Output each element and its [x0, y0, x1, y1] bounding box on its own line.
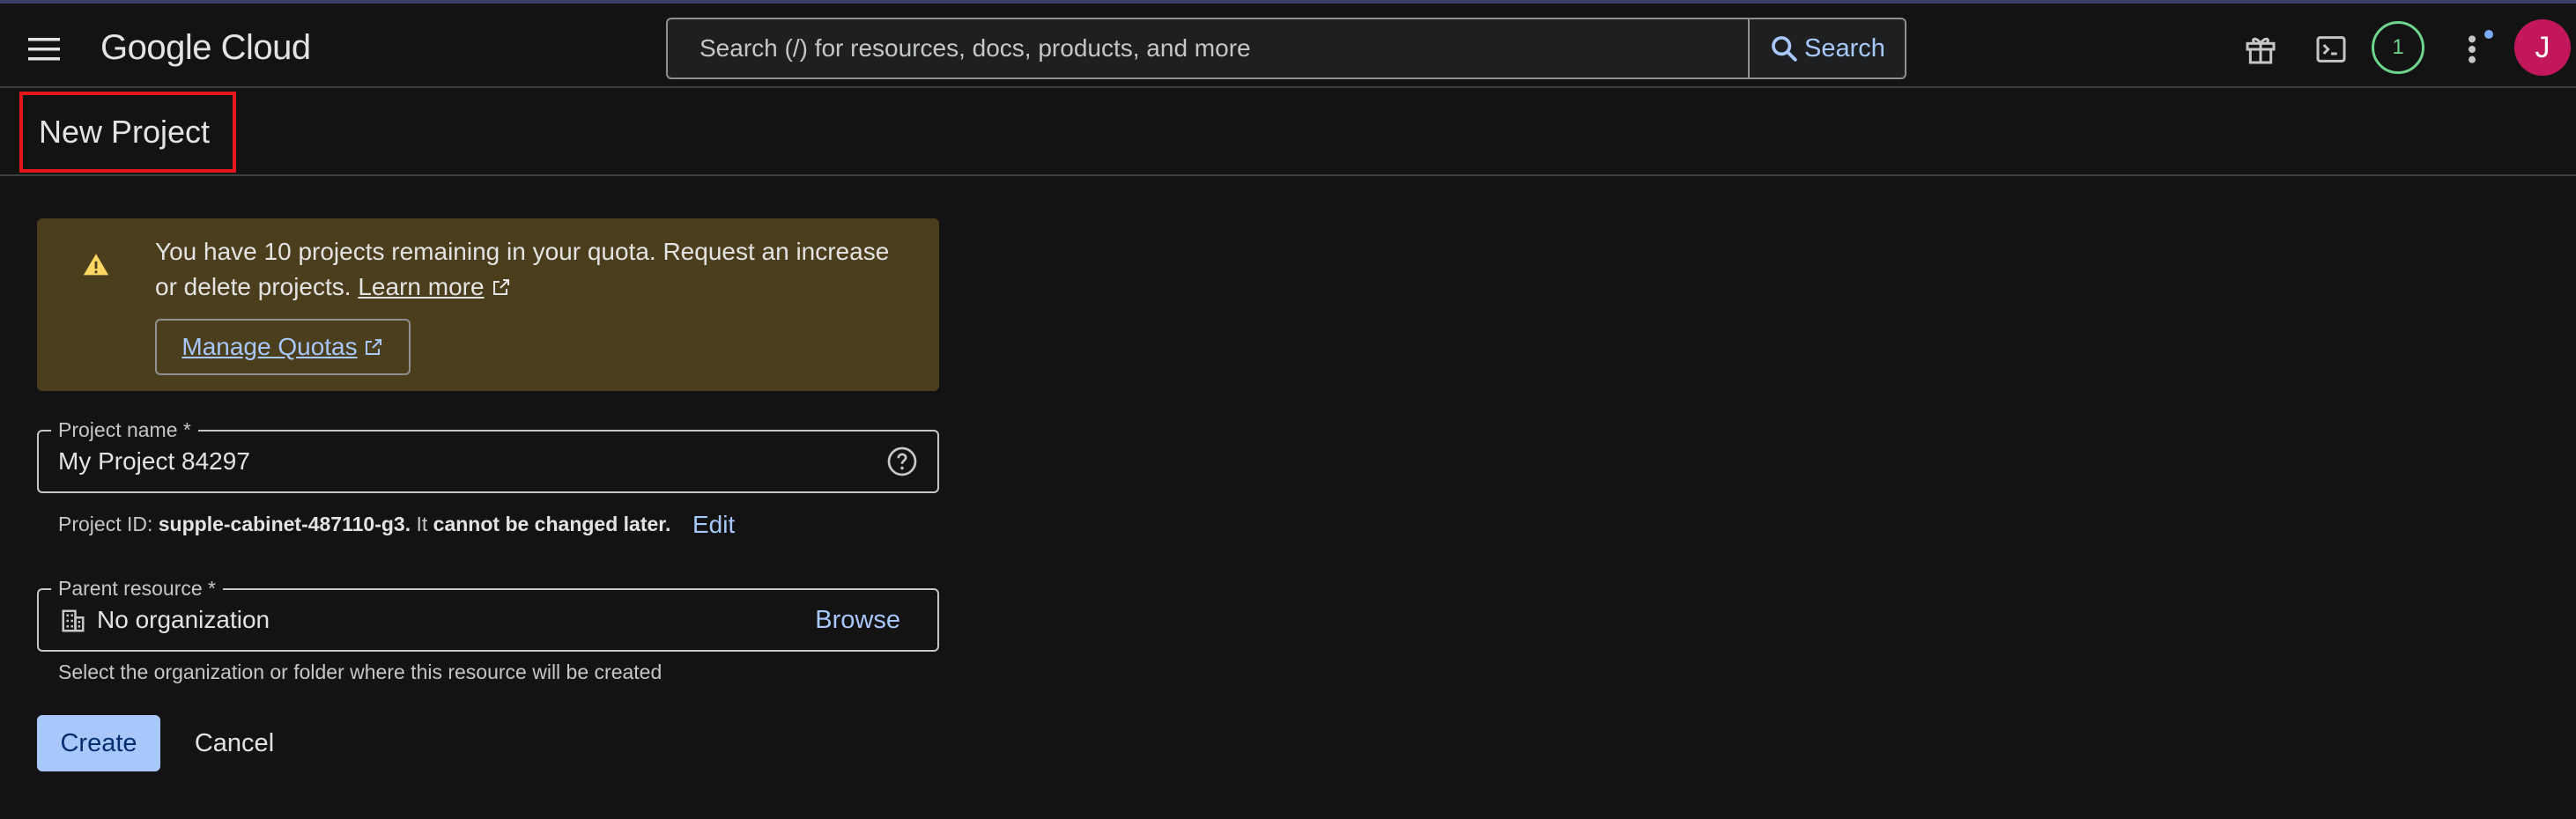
search-button[interactable]: Search [1748, 19, 1905, 77]
edit-project-id-button[interactable]: Edit [692, 511, 735, 539]
search-bar: Search [666, 18, 1906, 79]
avatar[interactable]: J [2514, 19, 2571, 76]
quota-banner: You have 10 projects remaining in your q… [37, 218, 939, 391]
project-id-value: supple-cabinet-487110-g3. [158, 513, 411, 535]
quota-message: You have 10 projects remaining in your q… [155, 234, 913, 305]
search-input[interactable] [668, 19, 1748, 77]
menu-icon[interactable] [23, 28, 65, 70]
notifications-badge[interactable]: 1 [2372, 21, 2424, 74]
notification-dot [2484, 30, 2493, 39]
project-name-field: Project name * [37, 417, 939, 493]
parent-resource-field: Parent resource * No organization Browse [37, 576, 939, 652]
page-title: New Project [19, 92, 236, 173]
top-bar: Google Cloud Search 1 [0, 0, 2576, 88]
external-link-icon [365, 339, 381, 355]
google-cloud-logo[interactable]: Google Cloud [100, 23, 311, 72]
help-icon[interactable] [886, 446, 918, 477]
browse-button[interactable]: Browse [815, 590, 900, 650]
parent-resource-helper: Select the organization or folder where … [58, 660, 663, 683]
create-button[interactable]: Create [37, 715, 160, 771]
manage-quotas-button[interactable]: Manage Quotas [155, 319, 411, 375]
search-button-label: Search [1804, 33, 1885, 63]
learn-more-link[interactable]: Learn more [358, 273, 484, 300]
page-header [0, 88, 2576, 176]
manage-quotas-label: Manage Quotas [181, 333, 358, 360]
parent-resource-value: No organization [97, 606, 270, 633]
terminal-icon[interactable] [2308, 26, 2354, 72]
project-id-helper: Project ID: supple-cabinet-487110-g3. It… [58, 511, 670, 537]
cancel-button[interactable]: Cancel [181, 715, 287, 771]
project-id-warning: cannot be changed later. [433, 513, 671, 535]
gift-icon[interactable] [2238, 26, 2284, 72]
external-link-icon [493, 279, 510, 295]
project-id-prefix: Project ID: [58, 513, 153, 535]
project-name-input[interactable] [58, 432, 833, 491]
quota-text: You have 10 projects remaining in your q… [155, 238, 890, 300]
project-id-mid: It [416, 513, 428, 535]
search-icon [1772, 36, 1797, 62]
building-icon [62, 609, 85, 632]
warning-icon [83, 254, 109, 276]
